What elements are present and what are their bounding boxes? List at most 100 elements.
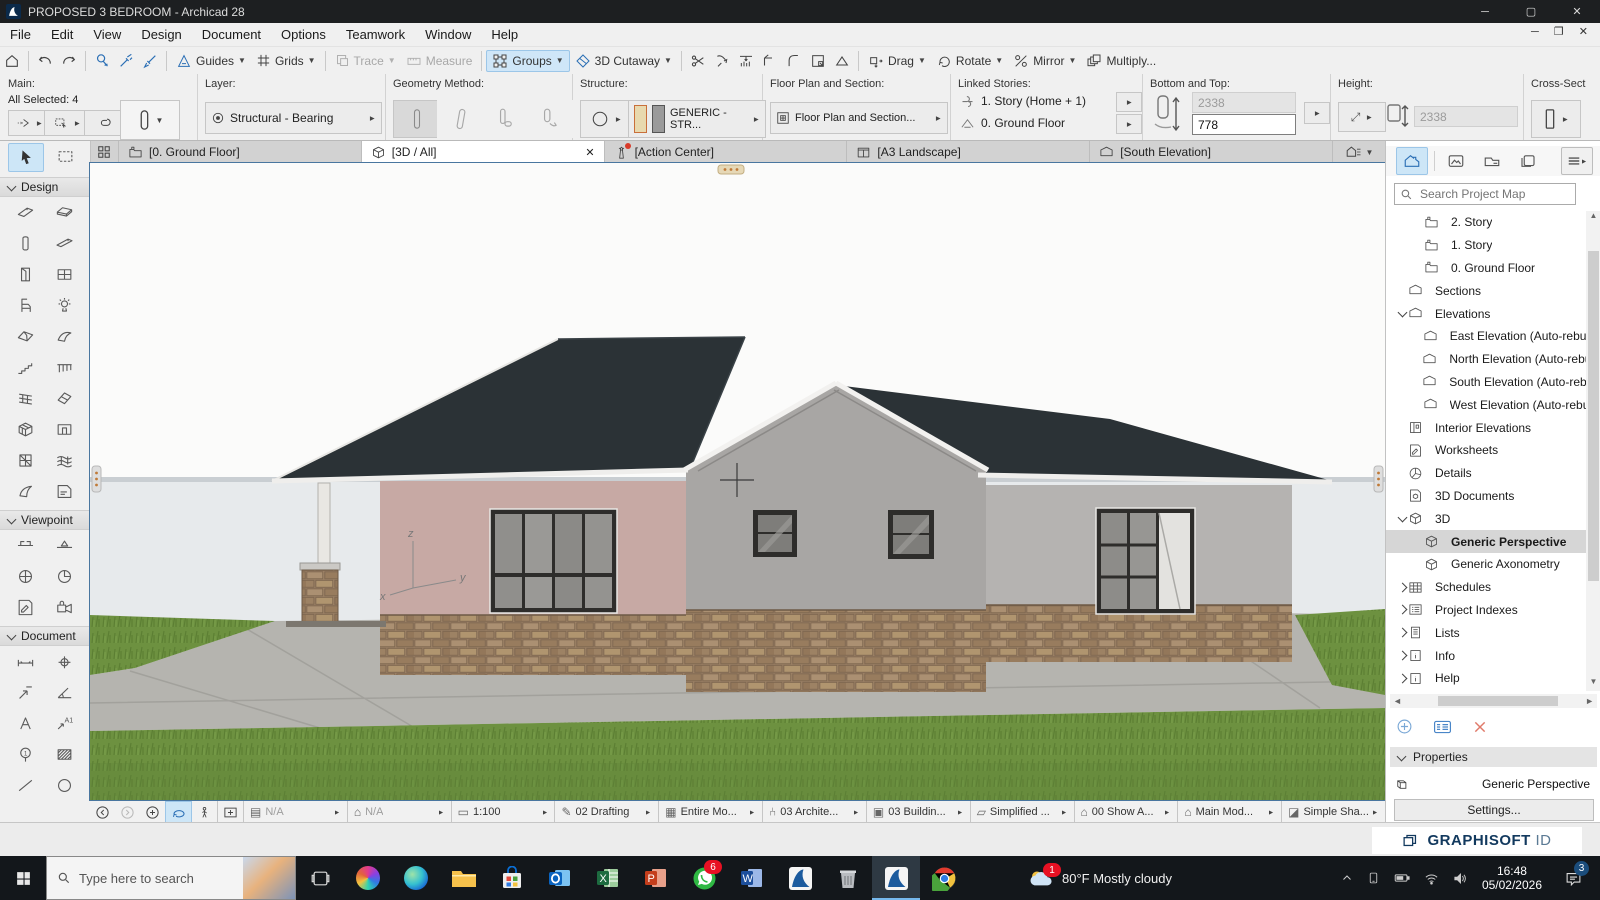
skylight-tool-icon[interactable] bbox=[48, 385, 82, 412]
properties-header[interactable]: Properties bbox=[1390, 747, 1597, 767]
linked-home-options-button[interactable]: ▼ bbox=[1116, 114, 1142, 134]
trace-button[interactable]: Trace▼ bbox=[330, 51, 401, 70]
viewport-3d-scene[interactable]: z y x bbox=[90, 163, 1385, 800]
hscrollbar-thumb[interactable] bbox=[1438, 696, 1558, 706]
geometry-vertical-button[interactable] bbox=[393, 100, 441, 138]
tree-item-project-indexes[interactable]: Project Indexes bbox=[1386, 599, 1586, 622]
quick-option-simple-sha-[interactable]: ◪Simple Sha...▼ bbox=[1281, 801, 1385, 823]
morph-tool-icon[interactable] bbox=[9, 416, 43, 443]
quick-option-1-100[interactable]: ▭1:100▼ bbox=[451, 801, 555, 823]
dimension-tool-icon[interactable] bbox=[9, 648, 43, 675]
edit-opening-icon[interactable] bbox=[806, 50, 830, 72]
stair-tool-icon[interactable] bbox=[9, 354, 43, 381]
tree-item-elevations[interactable]: Elevations bbox=[1386, 302, 1586, 325]
tab--south-elevation-[interactable]: [South Elevation] bbox=[1090, 141, 1333, 163]
menu-item-help[interactable]: Help bbox=[481, 27, 528, 42]
forward-navigation-icon[interactable] bbox=[115, 801, 140, 823]
menu-item-file[interactable]: File bbox=[0, 27, 41, 42]
multiply-button[interactable]: Multiply... bbox=[1081, 51, 1161, 71]
height-mode-button[interactable]: ⤢▼ bbox=[1338, 102, 1386, 132]
tree-item-generic-axonometry[interactable]: Generic Axonometry bbox=[1386, 553, 1586, 576]
taskbar-search-box[interactable]: Type here to search bbox=[46, 856, 296, 900]
scroll-right-arrow[interactable]: ► bbox=[1585, 696, 1594, 706]
mdi-window-controls[interactable]: ─ ❐ ✕ bbox=[1531, 25, 1594, 38]
minimize-button[interactable]: ─ bbox=[1462, 0, 1508, 23]
drag-button[interactable]: Drag▼ bbox=[863, 51, 931, 71]
zone-tool-icon[interactable] bbox=[9, 447, 43, 474]
fillet-icon[interactable] bbox=[782, 50, 806, 72]
tree-item-lists[interactable]: Lists bbox=[1386, 621, 1586, 644]
worksheet-tool-icon[interactable] bbox=[9, 594, 43, 621]
scrollbar-thumb[interactable] bbox=[1588, 251, 1599, 581]
delete-viewpoint-icon[interactable] bbox=[1472, 719, 1488, 735]
menu-item-options[interactable]: Options bbox=[271, 27, 336, 42]
toolbox-section-document[interactable]: Document bbox=[0, 626, 90, 646]
tab--0-ground-floor-[interactable]: [0. Ground Floor] bbox=[119, 141, 362, 163]
collapsed-chevron-icon[interactable] bbox=[1396, 652, 1408, 659]
undo-icon[interactable] bbox=[33, 50, 57, 72]
taskbar-app-outlook[interactable] bbox=[536, 856, 584, 900]
rotate-button[interactable]: Rotate▼ bbox=[931, 51, 1008, 71]
tab-overflow-button[interactable]: ▼ bbox=[1333, 141, 1385, 163]
quick-option-n-a[interactable]: ⌂N/A▼ bbox=[347, 801, 451, 823]
circle-tool-icon[interactable] bbox=[48, 772, 82, 799]
layer-selector[interactable]: Structural - Bearing▼ bbox=[205, 102, 382, 134]
tree-item-worksheets[interactable]: Worksheets bbox=[1386, 439, 1586, 462]
tree-item-west-elevation-auto-rebuild-[interactable]: West Elevation (Auto-rebuild) bbox=[1386, 393, 1586, 416]
menu-item-edit[interactable]: Edit bbox=[41, 27, 83, 42]
wall-tool-icon[interactable] bbox=[9, 199, 43, 226]
tree-item-north-elevation-auto-rebuild-[interactable]: North Elevation (Auto-rebuild) bbox=[1386, 348, 1586, 371]
scroll-left-arrow[interactable]: ◄ bbox=[1393, 696, 1402, 706]
top-offset-field[interactable]: 2338 bbox=[1192, 92, 1296, 113]
navigator-menu-button[interactable]: ▼ bbox=[1561, 147, 1593, 175]
orbit-icon[interactable] bbox=[165, 801, 192, 823]
settings-button[interactable]: Settings... bbox=[1394, 799, 1594, 821]
title-bar[interactable]: PROPOSED 3 BEDROOM - Archicad 28 ─ ▢ ✕ bbox=[0, 0, 1600, 23]
scroll-up-arrow[interactable]: ▲ bbox=[1586, 211, 1600, 225]
structure-material-selector[interactable]: GENERIC - STR...▼ bbox=[628, 100, 766, 138]
angle-dimension-tool-icon[interactable] bbox=[48, 679, 82, 706]
collapsed-chevron-icon[interactable] bbox=[1396, 606, 1408, 613]
explore-walk-icon[interactable] bbox=[192, 801, 217, 823]
tree-item-south-elevation-auto-rebuild-[interactable]: South Elevation (Auto-rebuild) bbox=[1386, 371, 1586, 394]
tree-vertical-scrollbar[interactable]: ▲ ▼ bbox=[1586, 211, 1600, 691]
mirror-button[interactable]: Mirror▼ bbox=[1008, 51, 1081, 71]
graphisoft-id-widget[interactable]: GRAPHISOFT ID bbox=[1372, 827, 1582, 854]
tree-item-interior-elevations[interactable]: Interior Elevations bbox=[1386, 416, 1586, 439]
align-icon[interactable] bbox=[734, 50, 758, 72]
quick-option-entire-mo-[interactable]: ▦Entire Mo...▼ bbox=[658, 801, 762, 823]
tray-device-icon[interactable] bbox=[1367, 871, 1380, 885]
taskbar-app-chrome[interactable] bbox=[920, 856, 968, 900]
project-map-search[interactable] bbox=[1394, 183, 1576, 205]
taskbar-app-edge[interactable] bbox=[392, 856, 440, 900]
taskbar-app-recycle-bin[interactable] bbox=[824, 856, 872, 900]
tray-network-icon[interactable] bbox=[1424, 872, 1439, 885]
grids-button[interactable]: Grids▼ bbox=[251, 51, 321, 70]
close-button[interactable]: ✕ bbox=[1554, 0, 1600, 23]
taskbar-app-whatsapp[interactable]: 6 bbox=[680, 856, 728, 900]
find-select-icon[interactable] bbox=[90, 50, 114, 72]
fill-tool-icon[interactable] bbox=[48, 741, 82, 768]
label-tool-icon[interactable]: A1 bbox=[48, 710, 82, 737]
line-tool-icon[interactable] bbox=[9, 772, 43, 799]
tray-volume-icon[interactable] bbox=[1453, 872, 1468, 885]
viewpoint-settings-icon[interactable] bbox=[1433, 719, 1452, 735]
capture-tool-mini-button[interactable] bbox=[84, 110, 124, 136]
tray-battery-icon[interactable] bbox=[1394, 872, 1410, 884]
3d-cutaway-button[interactable]: 3D Cutaway▼ bbox=[570, 51, 677, 71]
cross-section-button[interactable]: ▼ bbox=[1531, 100, 1581, 138]
tree-item-1-story[interactable]: 1. Story bbox=[1386, 234, 1586, 257]
toolbox-section-design[interactable]: Design bbox=[0, 177, 90, 197]
toolbox-section-viewpoint[interactable]: Viewpoint bbox=[0, 510, 90, 530]
elevation-dimension-tool-icon[interactable] bbox=[9, 679, 43, 706]
tree-item-3d-documents[interactable]: 3D Documents bbox=[1386, 485, 1586, 508]
slab-tool-icon[interactable] bbox=[48, 199, 82, 226]
pickup-parameters-icon[interactable] bbox=[114, 50, 138, 72]
layout-book-icon[interactable] bbox=[1477, 148, 1507, 174]
column-tool-current-button[interactable]: ▼ bbox=[120, 100, 180, 140]
menu-item-design[interactable]: Design bbox=[131, 27, 191, 42]
tree-item-sections[interactable]: Sections bbox=[1386, 279, 1586, 302]
publisher-sets-icon[interactable] bbox=[1513, 148, 1543, 174]
mesh-tool-icon[interactable] bbox=[48, 447, 82, 474]
expanded-chevron-icon[interactable] bbox=[1396, 311, 1408, 316]
